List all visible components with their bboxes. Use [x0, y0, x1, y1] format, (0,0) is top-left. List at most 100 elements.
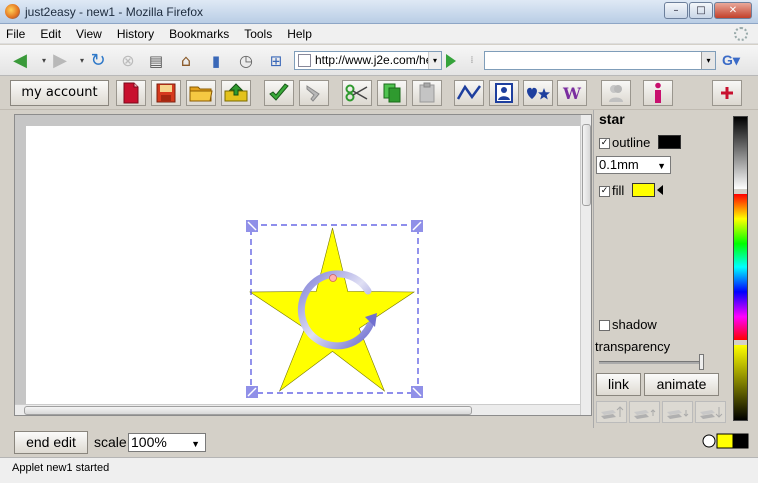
menu-help[interactable]: Help: [287, 27, 312, 41]
search-dropdown-icon[interactable]: ▾: [701, 52, 715, 69]
cut-button[interactable]: [342, 80, 372, 106]
fill-picker-arrow-icon[interactable]: [656, 184, 664, 196]
copy-icon: [383, 83, 401, 103]
fill-checkbox[interactable]: ✓: [599, 186, 610, 197]
vertical-scrollbar[interactable]: [580, 115, 591, 415]
history-icon[interactable]: ◷: [236, 51, 256, 71]
stop-icon[interactable]: ⊗: [118, 51, 138, 71]
symbols-button[interactable]: [523, 80, 553, 106]
upload-button[interactable]: [221, 80, 251, 106]
print-icon[interactable]: ▤: [146, 51, 166, 71]
menu-file[interactable]: File: [6, 27, 25, 41]
search-input[interactable]: ▾: [484, 51, 716, 70]
save-button[interactable]: [151, 80, 181, 106]
send-to-back-button[interactable]: [695, 401, 726, 423]
info-button[interactable]: [643, 80, 673, 106]
forward-icon[interactable]: ▶: [50, 51, 70, 71]
loading-throbber-icon: [734, 27, 748, 41]
transparency-label: transparency: [595, 339, 671, 354]
my-account-button[interactable]: my account: [10, 80, 109, 106]
open-button[interactable]: [186, 80, 216, 106]
star-shape[interactable]: [249, 227, 415, 392]
menu-bookmarks[interactable]: Bookmarks: [169, 27, 229, 41]
tick-icon: [269, 83, 289, 101]
line-tool-button[interactable]: [454, 80, 484, 106]
add-button[interactable]: [712, 80, 742, 106]
horizontal-scroll-thumb[interactable]: [24, 406, 472, 415]
color-palette[interactable]: [733, 116, 748, 421]
horizontal-scrollbar[interactable]: [15, 404, 580, 415]
bring-to-front-button[interactable]: [596, 401, 627, 423]
drawing-canvas[interactable]: [14, 114, 592, 416]
resize-handle-top-right[interactable]: [411, 220, 423, 232]
link-button[interactable]: link: [596, 373, 641, 396]
url-input[interactable]: http://www.j2e.com/he ▾: [294, 51, 442, 70]
word-art-button[interactable]: W: [557, 80, 587, 106]
status-bar: Applet new1 started: [0, 457, 758, 483]
resize-handle-top-left[interactable]: [246, 220, 258, 232]
animate-button[interactable]: animate: [644, 373, 719, 396]
current-colors-indicator[interactable]: [702, 432, 750, 450]
shadow-checkbox[interactable]: [599, 320, 610, 331]
bring-forward-icon: [634, 409, 656, 419]
send-to-back-icon: [700, 407, 723, 419]
line-width-value: 0.1mm: [599, 157, 639, 172]
menu-tools[interactable]: Tools: [244, 27, 272, 41]
image-tool-icon: [495, 83, 513, 103]
open-folder-icon: [189, 86, 213, 102]
person-icon: [609, 85, 623, 102]
transparency-slider-track[interactable]: [599, 361, 703, 364]
home-icon[interactable]: ⌂: [176, 51, 196, 71]
menu-edit[interactable]: Edit: [40, 27, 61, 41]
status-text: Applet new1 started: [12, 462, 110, 474]
scale-label: scale: [94, 434, 127, 450]
close-window-button[interactable]: ✕: [714, 2, 752, 19]
new-document-button[interactable]: [116, 80, 146, 106]
paste-button[interactable]: [412, 80, 442, 106]
symbols-icon: [527, 87, 550, 100]
maximize-button[interactable]: □: [689, 2, 713, 19]
menu-history[interactable]: History: [117, 27, 154, 41]
outline-color-swatch[interactable]: [658, 135, 681, 149]
resize-handle-bottom-left[interactable]: [246, 386, 258, 398]
line-tool-icon: [456, 84, 482, 100]
redo-button[interactable]: [299, 80, 329, 106]
reload-icon[interactable]: ↻: [88, 51, 108, 71]
minimize-button[interactable]: –: [664, 2, 688, 19]
color-palette-graphic[interactable]: [734, 117, 747, 420]
new-tab-icon[interactable]: ⊞: [266, 51, 286, 71]
image-tool-button[interactable]: [489, 80, 519, 106]
menu-view[interactable]: View: [76, 27, 102, 41]
window-titlebar: just2easy - new1 - Mozilla Firefox – □ ✕: [0, 0, 758, 24]
menu-bar: File Edit View History Bookmarks Tools H…: [0, 24, 758, 44]
bottom-bar: end edit scale 100% ▼: [0, 428, 758, 456]
app-toolbar: my account W: [0, 77, 758, 110]
upload-icon: [224, 83, 248, 102]
copy-button[interactable]: [377, 80, 407, 106]
scale-select[interactable]: 100% ▼: [128, 433, 206, 452]
chevron-down-icon: ▼: [657, 161, 666, 171]
firefox-icon: [5, 4, 20, 19]
svg-text:W: W: [562, 84, 582, 103]
fill-color-swatch[interactable]: [632, 183, 655, 197]
back-icon[interactable]: ◀: [10, 51, 30, 71]
end-edit-button[interactable]: end edit: [14, 431, 88, 454]
paste-icon: [419, 82, 435, 103]
outline-checkbox[interactable]: ✓: [599, 138, 610, 149]
save-icon: [156, 83, 176, 103]
url-dropdown-icon[interactable]: ▾: [428, 52, 441, 69]
send-backward-button[interactable]: [662, 401, 693, 423]
bookmarks-icon[interactable]: ▮: [206, 51, 226, 71]
transparency-slider-thumb[interactable]: [699, 354, 704, 370]
bring-forward-button[interactable]: [629, 401, 660, 423]
resize-handle-bottom-right[interactable]: [411, 386, 423, 398]
person-button[interactable]: [601, 80, 631, 106]
fill-label: fill: [612, 183, 625, 198]
vertical-scroll-thumb[interactable]: [582, 124, 591, 206]
url-text: http://www.j2e.com/he: [315, 53, 433, 67]
line-width-select[interactable]: 0.1mm ▼: [596, 156, 671, 174]
window-controls: – □ ✕: [664, 2, 752, 19]
go-icon[interactable]: [446, 54, 456, 68]
search-engine-icon[interactable]: G▾: [722, 52, 740, 69]
undo-button[interactable]: [264, 80, 294, 106]
